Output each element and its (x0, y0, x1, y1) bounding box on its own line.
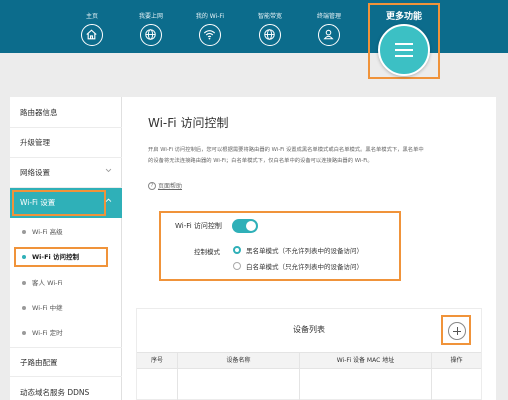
access-control-highlight (14, 247, 108, 267)
column-divider (177, 352, 178, 400)
table-header: 序号 设备名称 Wi-Fi 设备 MAC 地址 操作 (137, 352, 481, 369)
menu-icon[interactable] (378, 24, 430, 76)
sidebar-item-label: 子路由配置 (20, 358, 58, 367)
access-control-label: Wi-Fi 访问控制 (175, 222, 222, 230)
wifi-settings-highlight (12, 190, 106, 216)
bullet-icon (22, 281, 26, 285)
toggle-knob (246, 221, 256, 231)
sidebar: 路由器信息 升级管理 网络设置 Wi-Fi 设置 Wi-Fi 高级 Wi-Fi … (10, 97, 122, 400)
description-line: 的设备将无法连接路由器的 Wi-Fi；白名单模式下，仅白名单中的设备可以连接路由… (148, 158, 373, 164)
nav-my-wifi-label: 我的 Wi-Fi (195, 13, 225, 20)
help-icon: ? (148, 181, 156, 190)
page-description: 开启 Wi-Fi 访问控制后，您可以根据需要将路由器的 Wi-Fi 设置成黑名单… (148, 145, 488, 167)
nav-internet-label: 我要上网 (138, 13, 163, 20)
help-link-label: 页面帮助 (158, 183, 183, 190)
sidebar-item-label: 动态域名服务 DDNS (20, 388, 90, 397)
nav-home[interactable]: 主页 (69, 0, 115, 46)
bullet-icon (22, 230, 26, 234)
nav-bandwidth-label: 智能带宽 (257, 13, 282, 20)
sidebar-item-router-info[interactable]: 路由器信息 (10, 98, 122, 128)
column-divider (431, 352, 432, 400)
description-line: 开启 Wi-Fi 访问控制后，您可以根据需要将路由器的 Wi-Fi 设置成黑名单… (148, 147, 424, 153)
nav-my-wifi[interactable]: 我的 Wi-Fi (187, 0, 233, 46)
sidebar-item-upgrade[interactable]: 升级管理 (10, 128, 122, 158)
globe-icon (140, 24, 162, 46)
access-control-settings: Wi-Fi 访问控制 控制模式 黑名单模式（不允许列表中的设备访问） 白名单模式… (159, 211, 401, 281)
main-content: Wi-Fi 访问控制 开启 Wi-Fi 访问控制后，您可以根据需要将路由器的 W… (122, 97, 496, 400)
sidebar-subitem-wifi-relay[interactable]: Wi-Fi 中继 (10, 297, 122, 319)
radio-whitelist-mode[interactable]: 白名单模式（只允许列表中的设备访问） (233, 261, 363, 271)
bullet-icon (22, 331, 26, 335)
control-mode-label: 控制模式 (194, 248, 220, 256)
access-control-toggle[interactable] (232, 219, 258, 233)
nav-internet[interactable]: 我要上网 (128, 0, 174, 46)
sidebar-item-label: 升级管理 (20, 138, 50, 147)
sidebar-subitem-guest-wifi[interactable]: 客人 Wi-Fi (10, 272, 122, 294)
nav-devices[interactable]: 终端管理 (306, 0, 352, 46)
bullet-icon (22, 255, 26, 259)
nav-devices-label: 终端管理 (316, 13, 341, 20)
column-header-action: 操作 (450, 357, 463, 364)
sidebar-subitem-wifi-advanced[interactable]: Wi-Fi 高级 (10, 221, 122, 243)
more-functions-label: 更多功能 (385, 12, 422, 22)
nav-bandwidth[interactable]: 智能带宽 (247, 0, 293, 46)
page-title: Wi-Fi 访问控制 (148, 116, 229, 130)
chevron-up-icon (105, 198, 112, 202)
more-functions-highlight: 更多功能 (368, 3, 440, 79)
user-icon (318, 24, 340, 46)
sidebar-subitem-label: 客人 Wi-Fi (32, 279, 63, 287)
sidebar-item-label: 网络设置 (20, 168, 50, 177)
plus-icon (456, 327, 458, 335)
radio-selected-icon (233, 246, 241, 254)
bullet-icon (22, 306, 26, 310)
sidebar-item-network[interactable]: 网络设置 (10, 158, 122, 188)
add-device-highlight (441, 315, 471, 345)
add-device-button[interactable] (448, 322, 466, 340)
home-icon (81, 24, 103, 46)
sidebar-subitem-label: Wi-Fi 定时 (32, 329, 63, 337)
sidebar-item-sub-router[interactable]: 子路由配置 (10, 347, 122, 377)
radio-unselected-icon (233, 262, 241, 270)
sidebar-subitem-wifi-schedule[interactable]: Wi-Fi 定时 (10, 322, 122, 344)
sidebar-subitem-label: Wi-Fi 高级 (32, 228, 63, 236)
menu-icon-bar (395, 49, 413, 51)
radio-label: 黑名单模式（不允许列表中的设备访问） (246, 247, 363, 255)
sidebar-subitem-label: Wi-Fi 中继 (32, 304, 63, 312)
device-list-panel: 设备列表 序号 设备名称 Wi-Fi 设备 MAC 地址 操作 (136, 308, 482, 400)
sidebar-subitem-wifi-access-control[interactable]: Wi-Fi 访问控制 (10, 246, 122, 268)
menu-icon-bar (395, 43, 413, 45)
column-header-index: 序号 (150, 357, 163, 364)
column-header-device-name: 设备名称 (226, 357, 251, 364)
sidebar-item-ddns[interactable]: 动态域名服务 DDNS (10, 378, 122, 400)
chevron-down-icon (105, 168, 112, 173)
nav-home-label: 主页 (85, 13, 98, 20)
sidebar-item-label: 路由器信息 (20, 108, 58, 117)
column-header-mac: Wi-Fi 设备 MAC 地址 (336, 357, 395, 364)
sidebar-item-wifi-settings[interactable]: Wi-Fi 设置 (10, 188, 122, 218)
help-link[interactable]: ? 页面帮助 (148, 181, 182, 190)
radio-label: 白名单模式（只允许列表中的设备访问） (246, 263, 363, 271)
radio-blacklist-mode[interactable]: 黑名单模式（不允许列表中的设备访问） (233, 245, 363, 255)
menu-icon-bar (395, 55, 413, 57)
globe-icon (259, 24, 281, 46)
device-list-title: 设备列表 (293, 325, 325, 334)
column-divider (299, 352, 300, 400)
wifi-icon (199, 24, 221, 46)
